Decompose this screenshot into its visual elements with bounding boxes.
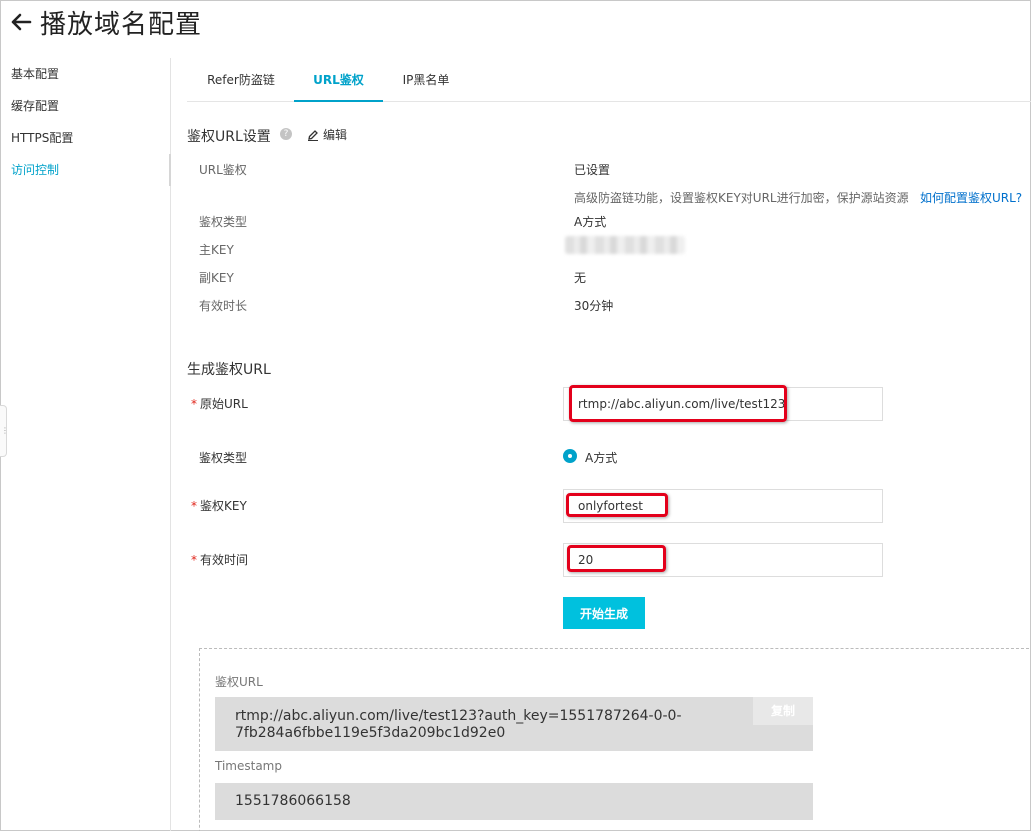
tab-refer[interactable]: Refer防盗链	[195, 60, 287, 102]
tab-url-auth[interactable]: URL鉴权	[294, 60, 383, 102]
copy-button[interactable]: 复制	[753, 697, 813, 725]
edit-button[interactable]: 编辑	[307, 126, 347, 143]
valid-time-label-text: 有效时间	[200, 553, 249, 567]
url-auth-hint: 高级防盗链功能，设置鉴权KEY对URL进行加密，保护源站资源	[574, 191, 909, 205]
collapse-grip-icon: ⋮	[1, 426, 9, 435]
original-url-input[interactable]: rtmp://abc.aliyun.com/live/test123	[563, 387, 883, 421]
auth-key-label: * 鉴权KEY	[191, 499, 247, 513]
auth-type-value: A方式	[574, 215, 607, 229]
auth-url-line1: rtmp://abc.aliyun.com/live/test123?auth_…	[235, 708, 682, 724]
secondary-key-value: 无	[574, 271, 587, 285]
sidebar-item-cache[interactable]: 缓存配置	[0, 90, 170, 122]
auth-key-input[interactable]: onlyfortest	[563, 489, 883, 523]
sidebar: 基本配置 缓存配置 HTTPS配置 访问控制	[0, 58, 171, 831]
secondary-key-label: 副KEY	[199, 271, 234, 285]
auth-settings-title: 鉴权URL设置	[187, 129, 271, 145]
help-icon[interactable]: ?	[280, 128, 292, 140]
auth-url-line2: 7fb284a6fbbe119e5f3da209bc1d92e0	[235, 725, 506, 741]
primary-key-value-redacted	[565, 236, 685, 254]
page-header: 播放域名配置	[8, 4, 202, 40]
how-to-configure-link[interactable]: 如何配置鉴权URL?	[920, 189, 1022, 206]
auth-url-output[interactable]: rtmp://abc.aliyun.com/live/test123?auth_…	[215, 697, 813, 751]
tab-bar: Refer防盗链 URL鉴权 IP黑名单	[187, 60, 1031, 102]
original-url-label: * 原始URL	[191, 397, 248, 411]
validity-label: 有效时长	[199, 299, 248, 313]
pencil-icon	[308, 129, 318, 141]
sidebar-item-access-control[interactable]: 访问控制	[0, 154, 171, 186]
valid-time-label: * 有效时间	[191, 553, 249, 567]
back-arrow-icon[interactable]	[8, 9, 34, 35]
sidebar-item-https[interactable]: HTTPS配置	[0, 122, 170, 154]
auth-type-a-radio[interactable]	[563, 449, 577, 463]
edit-label: 编辑	[323, 128, 348, 142]
auth-url-label: 鉴权URL	[215, 675, 263, 689]
validity-value: 30分钟	[574, 299, 614, 313]
auth-key-label-text: 鉴权KEY	[200, 499, 247, 513]
url-auth-value: 已设置	[574, 163, 611, 177]
gen-auth-type-label: 鉴权类型	[199, 451, 248, 465]
primary-key-label: 主KEY	[199, 243, 234, 257]
tab-ip-blacklist[interactable]: IP黑名单	[392, 60, 460, 102]
auth-type-label: 鉴权类型	[199, 215, 248, 229]
auth-type-a-label[interactable]: A方式	[585, 449, 617, 466]
timestamp-output[interactable]: 1551786066158	[215, 783, 813, 820]
sidebar-item-basic[interactable]: 基本配置	[0, 58, 170, 90]
timestamp-label: Timestamp	[215, 759, 282, 773]
start-generate-button[interactable]: 开始生成	[563, 597, 645, 629]
original-url-label-text: 原始URL	[200, 397, 248, 411]
valid-time-input[interactable]: 20	[563, 543, 883, 577]
page-title: 播放域名配置	[40, 9, 203, 40]
generate-title: 生成鉴权URL	[187, 362, 271, 378]
sidebar-collapse-handle[interactable]: ⋮	[0, 405, 9, 457]
url-auth-label: URL鉴权	[199, 163, 247, 177]
